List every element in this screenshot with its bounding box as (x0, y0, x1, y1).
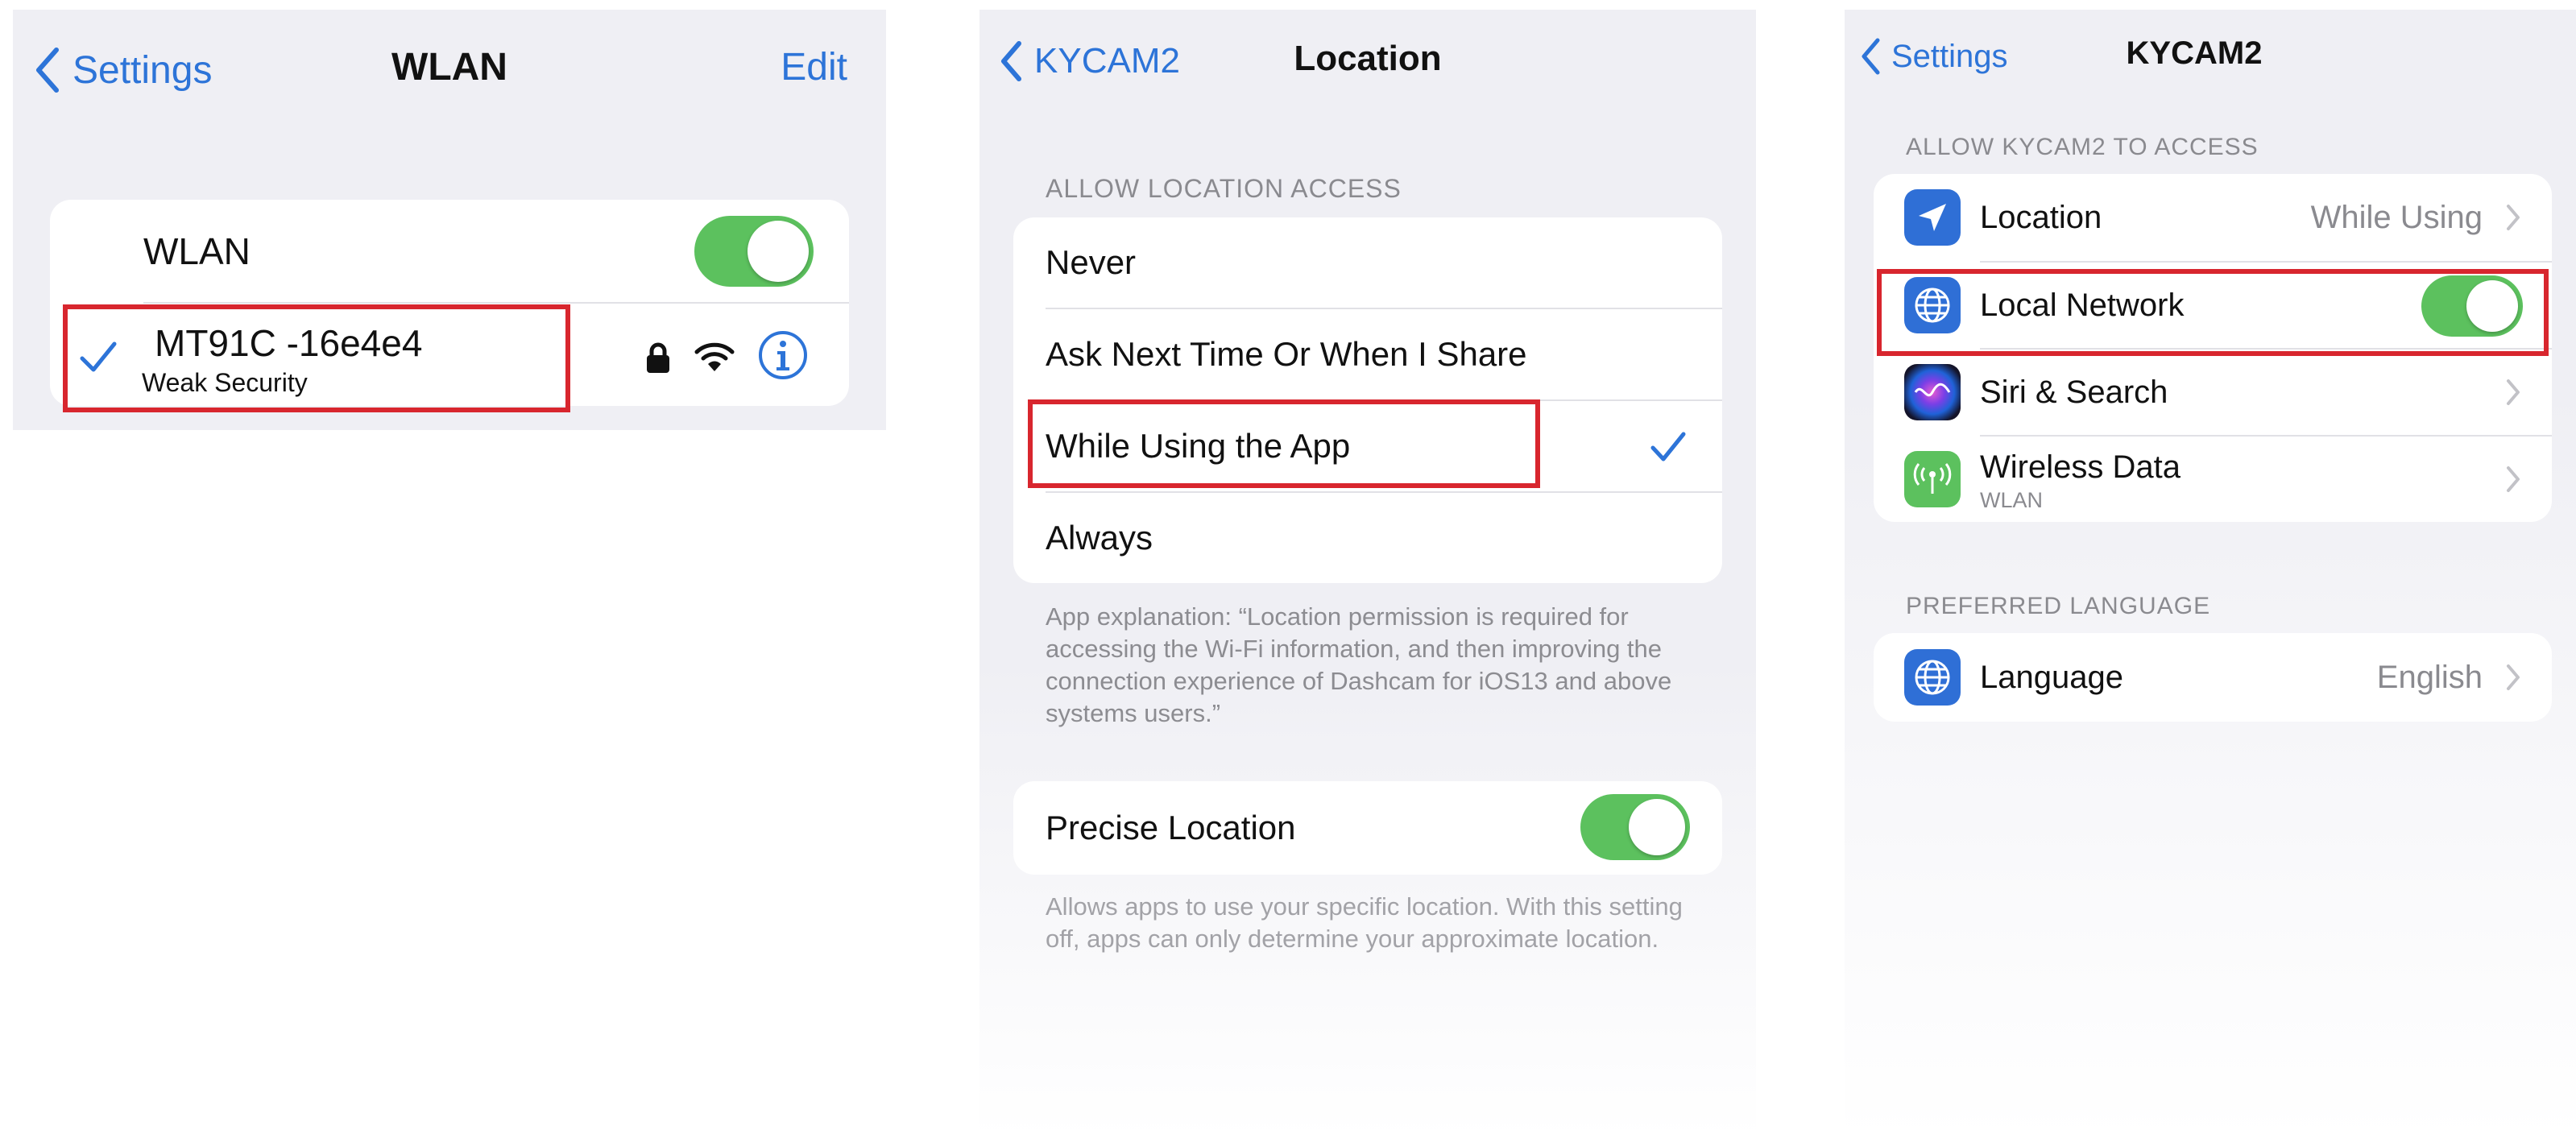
precise-location-row: Precise Location (1013, 781, 1722, 875)
wlan-toggle-row: WLAN (50, 200, 849, 303)
section-header: ALLOW LOCATION ACCESS (1046, 174, 1402, 203)
wireless-data-subtitle: WLAN (1980, 488, 2044, 512)
chevron-right-icon (2507, 664, 2520, 690)
network-security: Weak Security (142, 368, 308, 397)
wlan-card: WLAN MT91C -16e4e4 Weak Security (50, 200, 849, 406)
location-arrow-icon (1904, 189, 1961, 246)
language-label: Language (1980, 659, 2123, 695)
checkmark-icon (80, 341, 117, 372)
wireless-data-label: Wireless Data (1980, 449, 2180, 485)
local-network-toggle[interactable] (2421, 275, 2523, 337)
option-always[interactable]: Always (1013, 493, 1722, 583)
toggle-knob (2466, 280, 2518, 332)
globe-icon (1904, 649, 1961, 706)
page-title: Location (1294, 39, 1442, 78)
siri-search-row[interactable]: Siri & Search (1874, 350, 2552, 435)
antenna-icon (1904, 451, 1961, 507)
option-while-using[interactable]: While Using the App (1013, 401, 1722, 491)
app-settings-screen: Settings KYCAM2 ALLOW KYCAM2 TO ACCESS L… (1845, 10, 2576, 1138)
permissions-card: Location While Using Local Network Siri … (1874, 174, 2552, 522)
location-value: While Using (2310, 199, 2483, 235)
chevron-right-icon (2507, 205, 2520, 230)
siri-search-label: Siri & Search (1980, 374, 2168, 410)
option-ask-next-time[interactable]: Ask Next Time Or When I Share (1013, 309, 1722, 399)
siri-icon (1904, 364, 1961, 420)
language-section-header: PREFERRED LANGUAGE (1906, 593, 2211, 619)
network-name: MT91C -16e4e4 (155, 322, 423, 364)
language-row[interactable]: Language English (1874, 633, 2552, 722)
option-label: Ask Next Time Or When I Share (1046, 335, 1527, 373)
wifi-icon (694, 342, 735, 371)
wlan-screen: Settings WLAN Edit WLAN MT91C -16e4e4 We… (13, 10, 886, 430)
precise-location-label: Precise Location (1046, 809, 1296, 846)
option-label: While Using the App (1046, 427, 1351, 465)
precise-location-card: Precise Location (1013, 781, 1722, 875)
local-network-row: Local Network (1874, 263, 2552, 348)
local-network-label: Local Network (1980, 287, 2185, 323)
toggle-knob (1629, 799, 1685, 855)
chevron-right-icon (2507, 466, 2520, 492)
toggle-knob (748, 221, 809, 282)
location-options-card: Never Ask Next Time Or When I Share Whil… (1013, 217, 1722, 583)
location-label: Location (1980, 199, 2102, 235)
option-label: Never (1046, 243, 1137, 281)
location-row[interactable]: Location While Using (1874, 174, 2552, 261)
language-value: English (2376, 659, 2483, 695)
precise-location-footnote: Allows apps to use your specific locatio… (1046, 892, 1683, 953)
option-never[interactable]: Never (1013, 217, 1722, 308)
precise-location-toggle[interactable] (1580, 794, 1690, 860)
navigation-bar: KYCAM2 Location (979, 10, 1756, 130)
navigation-bar: Settings KYCAM2 (1845, 10, 2576, 130)
section-header: ALLOW KYCAM2 TO ACCESS (1906, 134, 2259, 160)
option-label: Always (1046, 519, 1153, 557)
page-title: KYCAM2 (2126, 35, 2263, 71)
app-explanation: App explanation: “Location permission is… (1046, 602, 1672, 727)
info-icon[interactable] (757, 329, 809, 381)
location-screen: KYCAM2 Location ALLOW LOCATION ACCESS Ne… (979, 10, 1756, 1138)
edit-button[interactable]: Edit (781, 45, 847, 89)
checkmark-icon (1650, 432, 1686, 461)
lock-icon (647, 342, 669, 373)
wireless-data-row[interactable]: Wireless Data WLAN (1874, 437, 2552, 522)
chevron-right-icon (2507, 379, 2520, 405)
network-row[interactable]: MT91C -16e4e4 Weak Security (50, 304, 849, 406)
language-card: Language English (1874, 633, 2552, 722)
wlan-label: WLAN (143, 230, 251, 272)
wlan-toggle[interactable] (694, 216, 814, 287)
globe-icon (1904, 277, 1961, 333)
navigation-bar: Settings WLAN Edit (13, 10, 886, 130)
page-title: WLAN (391, 46, 507, 89)
